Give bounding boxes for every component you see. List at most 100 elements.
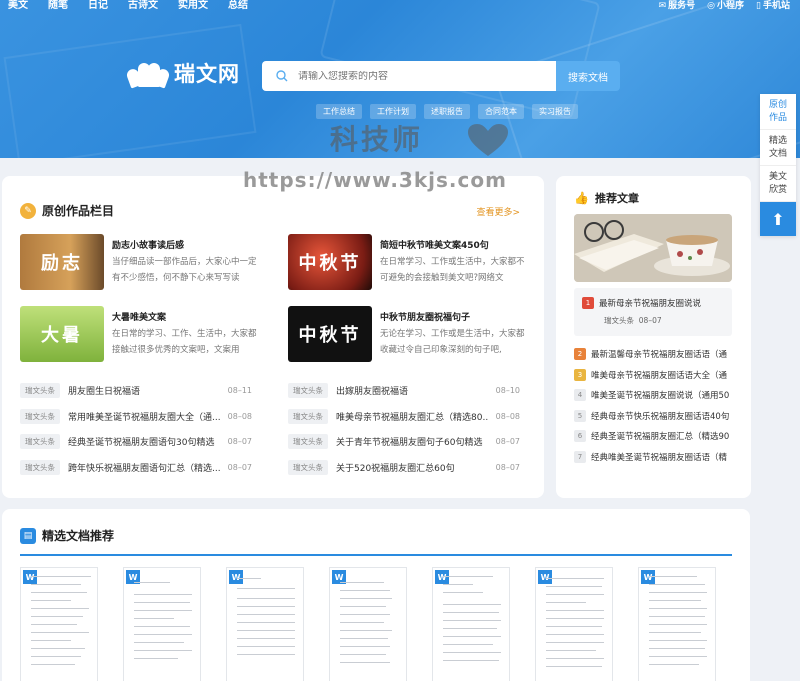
section-title-recommend: 👍 推荐文章: [574, 191, 639, 205]
featured-article[interactable]: 励志 励志小故事读后感 当仔细品读一部作品后，大家心中一定有不少感悟，何不静下心…: [20, 234, 270, 290]
list-item[interactable]: 4 唯美圣诞节祝福朋友圈说说（通用50: [574, 385, 734, 406]
search-icon: [276, 70, 288, 82]
section-title-original: ✎ 原创作品栏目: [20, 202, 114, 219]
search-bar: 搜索文档: [262, 61, 620, 91]
top-right-links: ✉ 服务号 ◎ 小程序 ▯ 手机站: [659, 0, 790, 12]
view-more-link[interactable]: 查看更多>: [476, 205, 520, 218]
rank-number: 3: [574, 368, 586, 381]
source-badge: 瑞文头条: [20, 408, 60, 424]
site-logo[interactable]: 瑞文网: [125, 58, 240, 89]
book-icon: [125, 59, 171, 89]
article-thumbnail: 中秋节: [288, 234, 372, 290]
list-item[interactable]: 瑞文头条 常用唯美圣诞节祝福朋友圈大全（通... 08–08: [20, 404, 252, 430]
list-item[interactable]: 瑞文头条 关于青年节祝福朋友圈句子60句精选 08–07: [288, 429, 520, 455]
search-input[interactable]: [298, 70, 538, 82]
selected-docs-card: ▤ 精选文档推荐 W W W W W W W: [2, 509, 750, 681]
list-item[interactable]: 6 经典圣诞节祝福朋友圈汇总（精选90: [574, 426, 734, 447]
doc-thumbnail[interactable]: W: [432, 567, 510, 681]
rank-number: 4: [574, 389, 586, 402]
tag-work-summary[interactable]: 工作总结: [316, 104, 362, 119]
word-doc-icon: W: [538, 570, 552, 584]
list-item-date: 08–07: [227, 462, 252, 472]
top-nav: 美文 随笔 日记 古诗文 实用文 总结: [8, 0, 268, 12]
doc-thumbnails: WWWWWWW: [20, 567, 716, 681]
list-item[interactable]: 5 经典母亲节快乐祝福朋友圈话语40句: [574, 406, 734, 427]
section-title-docs: ▤ 精选文档推荐: [20, 527, 114, 544]
rank-number: 7: [574, 450, 586, 463]
arrow-up-icon: ⬆: [771, 209, 785, 229]
article-summary: 无论在学习、工作或是生活中，大家都收藏过令自己印象深刻的句子吧,: [380, 329, 525, 355]
article-title: 简短中秋节唯美文案450句: [380, 241, 489, 251]
original-works-card: ✎ 原创作品栏目 查看更多> 励志 励志小故事读后感 当仔细品读一部作品后，大家…: [2, 176, 544, 498]
heart-icon: [468, 124, 508, 156]
article-summary: 在日常学习、工作或生活中，大家都不可避免的会接触到美文吧?网络文: [380, 257, 525, 283]
nav-item-riji[interactable]: 日记: [88, 0, 108, 12]
list-item-title: 经典母亲节快乐祝福朋友圈话语40句: [591, 411, 730, 422]
featured-article[interactable]: 中秋节 简短中秋节唯美文案450句 在日常学习、工作或生活中，大家都不可避免的会…: [288, 234, 538, 290]
recommended-top-item[interactable]: 1 最新母亲节祝福朋友圈说说 瑞文头条 08–07: [574, 288, 732, 336]
list-item[interactable]: 2 最新温馨母亲节祝福朋友圈话语（通: [574, 344, 734, 365]
source-badge: 瑞文头条: [288, 408, 328, 424]
article-thumbnail: 大暑: [20, 306, 104, 362]
list-item-title: 跨年快乐祝福朋友圈语句汇总（精选...: [68, 463, 220, 474]
list-item-date: 08–10: [495, 386, 520, 396]
nav-item-gushiwen[interactable]: 古诗文: [128, 0, 158, 12]
featured-article[interactable]: 大暑 大暑唯美文案 在日常的学习、工作、生活中，大家都接触过很多优秀的文案吧，文…: [20, 306, 270, 362]
doc-thumbnail[interactable]: W: [535, 567, 613, 681]
list-item[interactable]: 3 唯美母亲节祝福朋友圈话语大全（通: [574, 365, 734, 386]
thumbs-up-icon: 👍: [574, 191, 589, 205]
mobile-icon: ▯: [756, 1, 761, 11]
miniprogram-icon: ◎: [707, 1, 716, 11]
doc-thumbnail[interactable]: W: [123, 567, 201, 681]
article-title: 大暑唯美文案: [112, 313, 167, 323]
list-item[interactable]: 瑞文头条 朋友圈生日祝福语 08–11: [20, 378, 252, 404]
list-item[interactable]: 瑞文头条 唯美母亲节祝福朋友圈汇总（精选80... 08–08: [288, 404, 520, 430]
article-title: 励志小故事读后感: [112, 241, 185, 251]
hot-tags: 工作总结 工作计划 述职报告 合同范本 实习报告: [316, 104, 578, 119]
tag-internship-report[interactable]: 实习报告: [532, 104, 578, 119]
article-summary: 当仔细品读一部作品后，大家心中一定有不少感悟，何不静下心来写写读: [112, 257, 257, 283]
service-account-link[interactable]: ✉ 服务号: [659, 0, 696, 12]
source-badge: 瑞文头条: [288, 434, 328, 450]
list-item[interactable]: 瑞文头条 出嫁朋友圈祝福语 08–10: [288, 378, 520, 404]
list-item[interactable]: 瑞文头条 关于520祝福朋友圈汇总60句 08–07: [288, 455, 520, 481]
search-button[interactable]: 搜索文档: [556, 61, 620, 91]
recommended-date: 08–07: [638, 316, 662, 325]
list-item-date: 08–08: [227, 411, 252, 421]
list-item[interactable]: 瑞文头条 跨年快乐祝福朋友圈语句汇总（精选... 08–07: [20, 455, 252, 481]
list-item-title: 关于520祝福朋友圈汇总60句: [336, 463, 455, 474]
list-item-date: 08–07: [495, 437, 520, 447]
pencil-icon: ✎: [20, 202, 36, 219]
nav-item-meiwen[interactable]: 美文: [8, 0, 28, 12]
nav-item-zongjie[interactable]: 总结: [228, 0, 248, 12]
back-to-top-button[interactable]: ⬆: [760, 202, 796, 236]
mobile-site-link[interactable]: ▯ 手机站: [756, 0, 790, 12]
watermark-text: 科技师: [330, 123, 424, 156]
book-and-cup-illustration: [574, 214, 732, 282]
nav-item-shiyongwen[interactable]: 实用文: [178, 0, 208, 12]
tag-work-plan[interactable]: 工作计划: [370, 104, 416, 119]
doc-thumbnail[interactable]: W: [20, 567, 98, 681]
wechat-icon: ✉: [658, 1, 667, 11]
list-item-title: 常用唯美圣诞节祝福朋友圈大全（通...: [68, 412, 220, 423]
doc-thumbnail[interactable]: W: [329, 567, 407, 681]
doc-thumbnail[interactable]: W: [226, 567, 304, 681]
recommended-title: 最新母亲节祝福朋友圈说说: [599, 299, 702, 309]
tag-contract-template[interactable]: 合同范本: [478, 104, 524, 119]
section-divider: [20, 554, 732, 556]
mini-program-link[interactable]: ◎ 小程序: [707, 0, 744, 12]
doc-thumbnail[interactable]: W: [638, 567, 716, 681]
list-item[interactable]: 7 经典唯美圣诞节祝福朋友圈话语（精: [574, 447, 734, 468]
list-item[interactable]: 瑞文头条 经典圣诞节祝福朋友圈语句30句精选 08–07: [20, 429, 252, 455]
nav-item-suibi[interactable]: 随笔: [48, 0, 68, 12]
recommended-list: 2 最新温馨母亲节祝福朋友圈话语（通 3 唯美母亲节祝福朋友圈话语大全（通 4 唯美圣…: [574, 344, 734, 467]
float-item-essays[interactable]: 美文欣赏: [760, 166, 796, 202]
float-item-docs[interactable]: 精选文档: [760, 130, 796, 166]
recommended-cover-image[interactable]: [574, 214, 732, 282]
rank-number: 6: [574, 430, 586, 443]
tag-debrief-report[interactable]: 述职报告: [424, 104, 470, 119]
article-list-left: 瑞文头条 朋友圈生日祝福语 08–11 瑞文头条 常用唯美圣诞节祝福朋友圈大全（通..…: [20, 378, 252, 480]
featured-article[interactable]: 中秋节 中秋节朋友圈祝福句子 无论在学习、工作或是生活中，大家都收藏过令自己印象…: [288, 306, 538, 362]
source-badge: 瑞文头条: [288, 383, 328, 399]
float-item-original[interactable]: 原创作品: [760, 94, 796, 130]
